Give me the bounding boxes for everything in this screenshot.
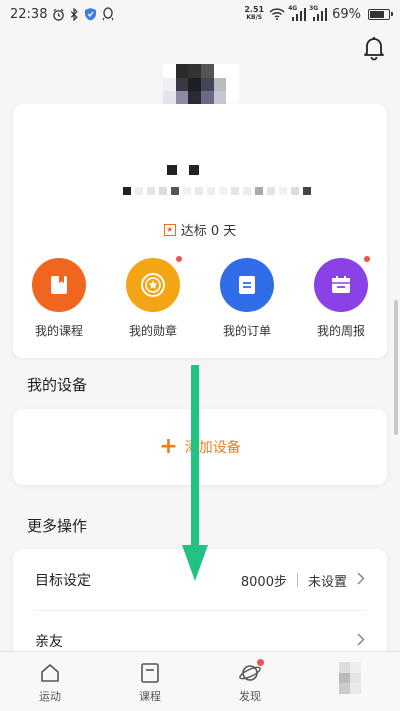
chevron-right-icon	[357, 632, 365, 650]
friends-label: 亲友	[35, 634, 63, 650]
quick-action-orders[interactable]: 我的订单	[207, 258, 287, 339]
signal-4g-icon: 4G	[288, 4, 307, 21]
battery-icon	[368, 8, 393, 20]
signal-4g-label: 4G	[288, 4, 298, 12]
status-left: 22:38	[10, 6, 115, 22]
tab-discover[interactable]: 发现	[200, 652, 300, 711]
shield-icon	[84, 7, 97, 21]
wifi-icon	[269, 8, 285, 20]
goal-badge-icon: ★	[163, 223, 176, 236]
tab-course[interactable]: 课程	[100, 652, 200, 711]
status-right: 2.51 KB/S 4G 3G 69%	[244, 4, 393, 22]
plus-icon: +	[159, 434, 178, 459]
goal-setting-status: 未设置	[307, 574, 347, 590]
quick-action-label: 我的课程	[34, 324, 83, 338]
scrollbar[interactable]	[394, 300, 398, 435]
tab-course-label: 课程	[139, 690, 161, 703]
quick-action-label: 我的订单	[222, 324, 271, 338]
bottom-navigation: 运动 课程 发现	[0, 651, 400, 711]
goal-setting-value-group: 8000步 未设置	[241, 571, 365, 590]
battery-percent: 69%	[332, 6, 361, 22]
user-id-blurred	[123, 187, 311, 195]
document-icon	[220, 258, 274, 312]
swipe-down-arrow-icon	[180, 365, 210, 583]
avatar-icon	[339, 662, 361, 694]
report-icon	[314, 256, 370, 312]
signal-3g-icon: 3G	[309, 4, 328, 21]
home-icon	[39, 662, 61, 684]
bluetooth-icon	[70, 7, 79, 21]
notification-dot	[257, 659, 264, 666]
quick-action-weekly-report[interactable]: 我的周报	[301, 256, 381, 339]
bell-icon[interactable]	[362, 35, 386, 61]
planet-icon	[239, 659, 264, 684]
notification-dot	[176, 256, 182, 262]
goal-setting-value: 8000步	[240, 574, 287, 590]
goal-streak: ★ 达标 0 天	[0, 220, 400, 239]
status-time: 22:38	[10, 6, 48, 22]
username-blurred	[167, 165, 199, 175]
goal-setting-label: 目标设定	[35, 573, 91, 589]
status-bar: 22:38 2.51 KB/S 4G 3G 69%	[0, 0, 400, 28]
section-title-more: 更多操作	[27, 517, 88, 535]
goal-streak-text: 达标 0 天	[180, 224, 237, 239]
network-speed-value: 2.51	[244, 5, 265, 14]
network-speed-unit: KB/S	[246, 14, 263, 21]
quick-action-label: 我的勋章	[128, 324, 177, 338]
chevron-right-icon	[357, 571, 365, 589]
quick-action-label: 我的周报	[316, 324, 365, 338]
quick-action-medals[interactable]: 我的勋章	[113, 256, 193, 339]
section-title-devices: 我的设备	[27, 376, 88, 394]
course-icon	[139, 662, 161, 684]
alarm-icon	[52, 8, 65, 21]
medal-icon	[126, 256, 182, 312]
divider	[296, 573, 298, 587]
quick-action-courses[interactable]: 我的课程	[19, 258, 99, 339]
signal-3g-label: 3G	[309, 4, 319, 12]
qq-icon	[102, 7, 115, 21]
notification-dot	[364, 256, 370, 262]
network-speed: 2.51 KB/S	[244, 6, 264, 22]
book-icon	[32, 258, 86, 312]
tab-me[interactable]	[300, 652, 400, 711]
tab-discover-label: 发现	[239, 690, 261, 703]
tab-sport-label: 运动	[39, 690, 61, 703]
tab-sport[interactable]: 运动	[0, 652, 100, 711]
